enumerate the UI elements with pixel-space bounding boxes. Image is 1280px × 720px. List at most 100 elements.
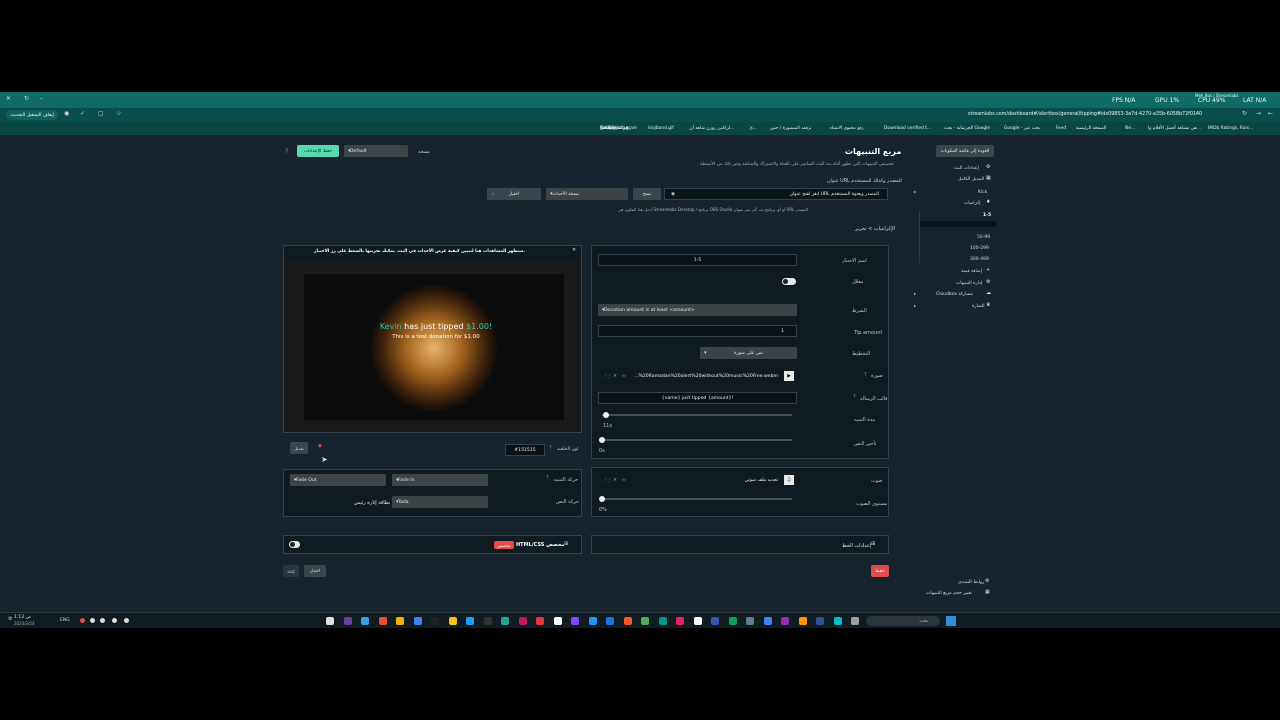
test-button[interactable]: اختبار xyxy=(304,565,326,577)
anim-out-select[interactable]: Fade Out xyxy=(290,474,386,486)
custom-html-section[interactable]: ⊞ HTML/CSS مخصص مخصص xyxy=(283,535,582,554)
chevron-icon[interactable]: ▸ xyxy=(914,190,916,194)
sidebar-bottom-link-2[interactable]: تغيير حجم مربع التنبيهات xyxy=(926,591,972,596)
layout-select[interactable]: نص على صورة xyxy=(700,347,797,359)
taskbar-app-icon[interactable] xyxy=(431,617,439,625)
refresh-icon[interactable]: ↻ xyxy=(24,96,29,102)
update-pill[interactable]: إيقاف التشغيل التحديث xyxy=(6,110,58,120)
duration-slider-handle[interactable] xyxy=(603,412,609,418)
sidebar-item[interactable]: 50-99 xyxy=(977,235,990,240)
name-field[interactable]: 1-5 xyxy=(598,254,797,266)
star-icon[interactable]: ☆ xyxy=(116,111,121,117)
taskbar-app-icon[interactable] xyxy=(763,617,772,625)
taskbar-app-icon[interactable] xyxy=(553,617,562,625)
taskbar-app-icon[interactable] xyxy=(378,617,387,625)
tray-icon[interactable] xyxy=(124,618,129,623)
taskbar-app-icon[interactable] xyxy=(326,617,334,625)
taskbar-app-icon[interactable] xyxy=(658,617,667,625)
taskbar-search[interactable]: بحث xyxy=(866,616,940,626)
bookmark-item[interactable]: رقم سري عباس xyxy=(600,126,630,131)
play-icon[interactable]: ▶ xyxy=(784,371,794,381)
text-delay-slider[interactable] xyxy=(602,439,792,441)
preset-select[interactable]: Default xyxy=(344,145,408,157)
bookmark-item[interactable]: رفع محتوى الانشاء xyxy=(830,126,864,131)
bookmark-item[interactable]: الخرسانة - بحث Google xyxy=(944,126,990,131)
sound-drag-handle-icon[interactable]: ⋮⋮ xyxy=(603,478,612,483)
tray-icon[interactable] xyxy=(100,618,105,623)
text-anim-select[interactable]: Tada xyxy=(392,496,488,508)
anim-help-icon[interactable]: ? xyxy=(546,476,549,481)
taskbar-app-icon[interactable] xyxy=(641,617,649,625)
bg-color-help-icon[interactable]: ? xyxy=(549,446,552,451)
help-icon[interactable]: ? xyxy=(285,149,288,155)
tray-icon[interactable] xyxy=(80,618,85,623)
taskbar-app-icon[interactable] xyxy=(413,617,422,625)
taskbar-app-icon[interactable] xyxy=(396,617,404,625)
taskbar-app-icon[interactable] xyxy=(693,617,702,625)
close-preview-icon[interactable]: ✕ xyxy=(572,248,576,253)
bg-color-field[interactable]: #151515 xyxy=(505,444,545,456)
tip-amount-field[interactable]: 1 xyxy=(598,325,797,337)
cancel-button[interactable]: إلغاء xyxy=(283,565,299,577)
edit-button[interactable]: تعديل xyxy=(290,442,308,454)
taskbar-app-icon[interactable] xyxy=(711,617,719,625)
taskbar-app-icon[interactable] xyxy=(728,617,737,625)
profile-icon[interactable]: ◉ xyxy=(64,111,69,117)
tab-icon[interactable]: ▢ xyxy=(98,111,104,117)
sidebar-item[interactable]: 1-5 xyxy=(983,213,991,218)
windows-start-icon[interactable] xyxy=(946,616,956,626)
close-icon[interactable]: ✕ xyxy=(6,96,11,102)
taskbar-lang[interactable]: ENG xyxy=(60,618,70,623)
network-icon[interactable]: ⚙ xyxy=(8,617,12,622)
text-delay-slider-handle[interactable] xyxy=(599,437,605,443)
sound-file-field[interactable]: تحديد ملف صوتي ♫ ⋮⋮ ✕ ∞ xyxy=(598,474,797,486)
taskbar-app-icon[interactable] xyxy=(833,617,842,625)
copy-url-button[interactable]: نسخ xyxy=(633,188,661,200)
sound-link-icon[interactable]: ∞ xyxy=(622,478,626,483)
bookmark-item[interactable]: IMDb Ratings, Rais... xyxy=(1208,126,1253,131)
image-file-field[interactable]: ...%20Ramadan%20alert%20without%20music%… xyxy=(598,370,797,382)
reload-icon[interactable]: ↻ xyxy=(1242,111,1247,117)
extension-icon[interactable]: ✓ xyxy=(80,111,85,117)
sidebar-item[interactable]: إعدادات البث xyxy=(954,166,979,171)
color-picker-icon[interactable]: ◆ xyxy=(318,444,322,449)
message-help-icon[interactable]: ? xyxy=(853,395,856,400)
taskbar-app-icon[interactable] xyxy=(588,617,597,625)
save-button[interactable]: حفظ xyxy=(871,565,889,577)
test-button-top[interactable]: ‹ اختبار xyxy=(487,188,541,200)
sidebar-item[interactable]: 300-499 xyxy=(970,257,989,262)
taskbar-app-icon[interactable] xyxy=(816,617,824,625)
condition-select[interactable]: Donation amount is at least <amount> xyxy=(598,304,797,316)
forward-icon[interactable]: → xyxy=(1256,111,1261,117)
taskbar-app-icon[interactable] xyxy=(361,617,369,625)
bookmark-item[interactable]: Feed xyxy=(1056,126,1066,131)
taskbar-app-icon[interactable] xyxy=(571,617,579,625)
bookmark-item[interactable]: لزكاتين روزن شاهد أن... xyxy=(689,126,734,131)
taskbar-app-icon[interactable] xyxy=(448,617,457,625)
taskbar-app-icon[interactable] xyxy=(746,617,754,625)
font-settings-section[interactable]: ⊞ إعدادات الخط xyxy=(591,535,889,554)
chevron-icon[interactable]: ▸ xyxy=(914,304,916,308)
url-text[interactable]: streamlabs.com/dashboard#/alertbox/gener… xyxy=(968,112,1202,117)
sidebar-item[interactable]: إضافة قيمة xyxy=(961,269,982,274)
sidebar-bottom-link-1[interactable]: روابط التصدي xyxy=(958,580,984,585)
link-icon[interactable]: ∞ xyxy=(622,374,626,379)
queue-select[interactable]: نسخة الأحداث xyxy=(546,188,628,200)
taskbar-app-icon[interactable] xyxy=(501,617,509,625)
sidebar-item[interactable]: الشارة xyxy=(972,304,985,309)
sidebar-item[interactable]: Kick xyxy=(978,190,987,195)
chevron-icon[interactable]: ▸ xyxy=(914,292,916,296)
drag-handle-icon[interactable]: ⋮⋮ xyxy=(603,374,612,379)
sidebar-item[interactable]: إدارة التنبيهات xyxy=(956,281,982,286)
sidebar-item[interactable]: Cloudbox مشاركة xyxy=(936,292,973,297)
music-icon[interactable]: ♫ xyxy=(784,475,794,485)
custom-html-toggle[interactable] xyxy=(289,541,300,548)
sidebar-item[interactable]: إكراميات xyxy=(964,201,981,206)
taskbar-app-icon[interactable] xyxy=(536,617,544,625)
message-template-field[interactable]: {name} just tipped {amount}! xyxy=(598,392,797,404)
bookmark-item[interactable]: kiojbond.gif xyxy=(648,126,674,131)
taskbar-app-icon[interactable] xyxy=(798,617,807,625)
sound-remove-icon[interactable]: ✕ xyxy=(613,478,617,483)
save-preset-button[interactable]: حفظ الإعدادات xyxy=(297,145,339,157)
remove-icon[interactable]: ✕ xyxy=(613,374,617,379)
